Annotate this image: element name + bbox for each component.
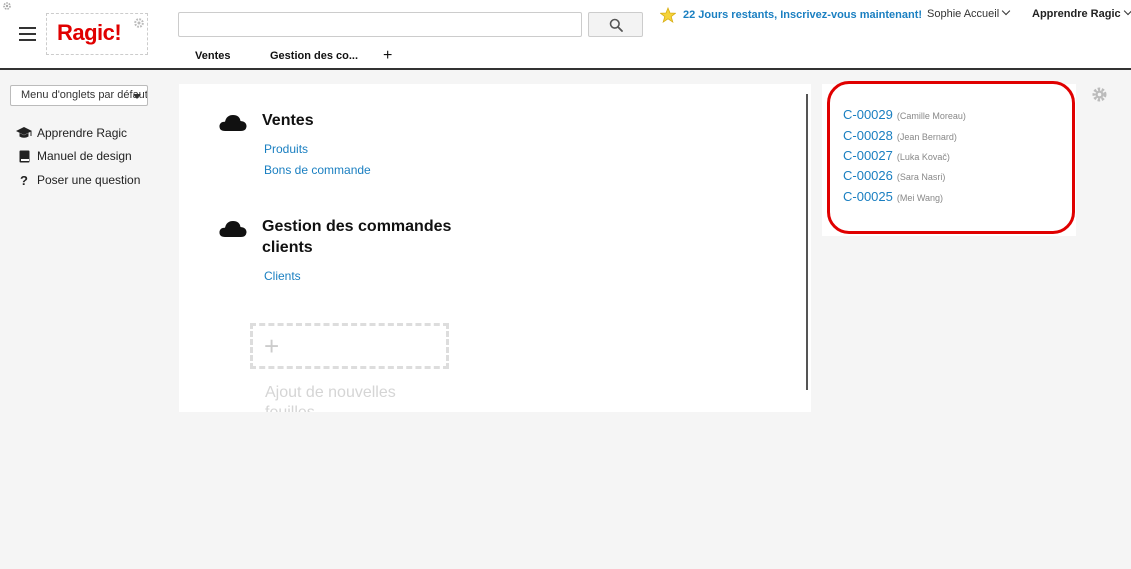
record-name: (Camille Moreau): [896, 111, 966, 121]
sheet-link-bons-de-commande[interactable]: Bons de commande: [264, 163, 371, 177]
logo-container[interactable]: Ragic!: [46, 13, 148, 55]
search-input[interactable]: [178, 12, 582, 37]
add-tab-button[interactable]: +: [383, 47, 392, 65]
add-sheet-label: Ajout de nouvelles feuilles: [265, 384, 396, 412]
trial-notice[interactable]: 22 Jours restants, Inscrivez-vous mainte…: [660, 7, 922, 23]
sidebar-link-label: Poser une question: [37, 173, 141, 187]
section-title-ventes: Ventes: [262, 112, 314, 129]
record-id: C-00025: [843, 189, 893, 204]
gear-icon[interactable]: [2, 1, 12, 11]
ragic-logo: Ragic!: [57, 20, 122, 45]
question-icon: ?: [20, 172, 28, 188]
recent-record[interactable]: C-00027 (Luka Kovač): [843, 148, 950, 163]
tab-menu-label: Menu d'onglets par défaut: [21, 89, 148, 101]
graduation-cap-icon: [16, 126, 32, 140]
caret-down-icon: [133, 94, 141, 99]
sidebar-link-learn-ragic[interactable]: Apprendre Ragic: [16, 126, 127, 140]
sidebar-link-label: Apprendre Ragic: [37, 126, 128, 140]
sheet-link-clients[interactable]: Clients: [264, 269, 301, 283]
gear-icon[interactable]: [1091, 86, 1108, 103]
top-header: Ragic! 22 Jours restants, Inscrivez-vous…: [0, 0, 1131, 70]
record-id: C-00026: [843, 168, 893, 183]
sheet-link-produits[interactable]: Produits: [264, 142, 308, 156]
panel-scrollbar[interactable]: [806, 94, 808, 390]
search-button[interactable]: [588, 12, 643, 37]
recent-record[interactable]: C-00028 (Jean Bernard): [843, 128, 957, 143]
recent-record[interactable]: C-00026 (Sara Nasri): [843, 168, 945, 183]
gear-icon[interactable]: [133, 17, 145, 29]
record-name: (Jean Bernard): [896, 132, 957, 142]
cloud-icon: [219, 221, 247, 237]
search-icon: [609, 18, 623, 32]
sheets-panel: Ventes Produits Bons de commande Gestion…: [179, 84, 811, 412]
record-id: C-00029: [843, 107, 893, 122]
record-name: (Sara Nasri): [896, 172, 946, 182]
book-icon: [16, 149, 32, 163]
tab-gestion-commandes[interactable]: Gestion des co...: [270, 50, 358, 62]
record-id: C-00028: [843, 128, 893, 143]
tab-menu-dropdown[interactable]: Menu d'onglets par défaut: [10, 85, 148, 106]
chevron-down-icon: [1001, 6, 1011, 16]
user-menu[interactable]: Sophie Accueil: [927, 6, 1011, 20]
hamburger-menu-icon[interactable]: [19, 27, 36, 41]
user-name: Sophie Accueil: [927, 8, 1000, 20]
chevron-down-icon: [1123, 6, 1131, 16]
learn-ragic-menu[interactable]: Apprendre Ragic: [1032, 6, 1131, 20]
learn-ragic-label: Apprendre Ragic: [1032, 8, 1121, 20]
record-name: (Luka Kovač): [896, 152, 950, 162]
recent-record[interactable]: C-00029 (Camille Moreau): [843, 107, 966, 122]
plus-icon: +: [264, 331, 280, 361]
section-title-gestion-commandes: Gestion des commandes clients: [262, 218, 452, 256]
add-sheet-button[interactable]: +: [250, 323, 449, 369]
trial-link[interactable]: 22 Jours restants, Inscrivez-vous mainte…: [683, 9, 922, 21]
recent-record[interactable]: C-00025 (Mei Wang): [843, 189, 943, 204]
record-id: C-00027: [843, 148, 893, 163]
sidebar-link-label: Manuel de design: [37, 149, 132, 163]
cloud-icon: [219, 115, 247, 131]
sidebar-link-ask-question[interactable]: ? Poser une question: [16, 172, 141, 188]
tab-ventes[interactable]: Ventes: [195, 50, 230, 62]
star-icon: [660, 7, 676, 23]
record-name: (Mei Wang): [896, 193, 944, 203]
sidebar-link-design-manual[interactable]: Manuel de design: [16, 149, 132, 163]
